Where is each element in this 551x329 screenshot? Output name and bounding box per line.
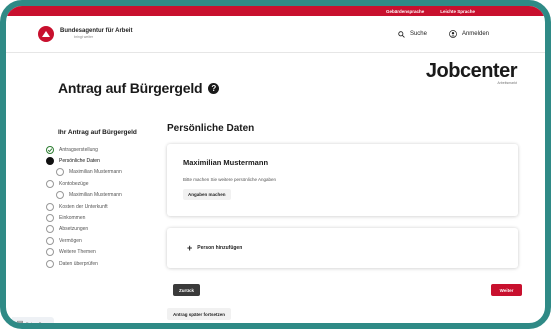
debug-bar-label: Debug Bar bbox=[26, 320, 46, 326]
step-circle-icon bbox=[46, 179, 54, 188]
progress-step[interactable]: Weitere Themen bbox=[46, 247, 122, 258]
add-person-button[interactable]: + Person hinzufügen bbox=[187, 242, 243, 253]
debug-icon bbox=[17, 320, 23, 323]
progress-step-label: Maximilian Mustermann bbox=[69, 169, 122, 176]
person-name: Maximilian Mustermann bbox=[183, 158, 269, 167]
progress-step[interactable]: Persönliche Daten bbox=[46, 155, 122, 166]
step-circle-icon bbox=[46, 225, 54, 234]
brand-name: Jobcenter bbox=[425, 60, 518, 82]
brand-sub: Arbeitsmarkt bbox=[497, 81, 517, 85]
org-name: Bundesagentur für Arbeit bbox=[60, 28, 133, 35]
org-logo[interactable]: Bundesagentur für Arbeit bringt weiter bbox=[38, 26, 132, 42]
progress-step-label: Kosten der Unterkunft bbox=[59, 203, 108, 210]
person-card: Maximilian Mustermann Bitte machen Sie w… bbox=[167, 144, 518, 216]
login-button[interactable]: Anmelden bbox=[449, 30, 489, 38]
continue-later-button[interactable]: Antrag später fortsetzen bbox=[167, 308, 232, 320]
progress-step[interactable]: Absetzungen bbox=[46, 224, 122, 235]
progress-step-label: Kontobezüge bbox=[59, 180, 89, 187]
progress-step-label: Maximilian Mustermann bbox=[69, 192, 122, 199]
progress-step-label: Daten überprüfen bbox=[59, 260, 98, 267]
step-circle-icon bbox=[46, 248, 54, 257]
progress-step[interactable]: Vermögen bbox=[46, 235, 122, 246]
search-button[interactable]: Suche bbox=[398, 30, 427, 38]
progress-step-label: Vermögen bbox=[59, 237, 82, 244]
search-label: Suche bbox=[409, 31, 427, 37]
org-tagline: bringt weiter bbox=[74, 35, 94, 40]
step-circle-icon bbox=[46, 214, 54, 223]
step-circle-icon bbox=[56, 168, 64, 177]
progress-step[interactable]: Antragserstellung bbox=[46, 144, 122, 155]
progress-step[interactable]: Daten überprüfen bbox=[46, 258, 122, 269]
ba-logo-icon bbox=[38, 26, 54, 42]
provide-info-button[interactable]: Angaben machen bbox=[183, 189, 231, 200]
utility-bar: Gebärdensprache Leichte Sprache bbox=[6, 6, 545, 16]
step-circle-icon bbox=[46, 259, 54, 268]
progress-step-label: Absetzungen bbox=[59, 226, 89, 233]
progress-step[interactable]: Einkommen bbox=[46, 212, 122, 223]
progress-step-label: Weitere Themen bbox=[59, 249, 96, 256]
app-window: Gebärdensprache Leichte Sprache Bundesag… bbox=[0, 0, 551, 329]
jobcenter-brand: Jobcenter Arbeitsmarkt bbox=[425, 60, 518, 86]
add-person-label: Person hinzufügen bbox=[197, 245, 243, 251]
person-hint: Bitte machen Sie weitere persönliche Ang… bbox=[183, 177, 277, 182]
plus-icon: + bbox=[187, 242, 193, 253]
section-title: Persönliche Daten bbox=[167, 123, 255, 134]
progress-steps: Antragserstellung Persönliche Daten Maximi… bbox=[46, 144, 122, 269]
help-icon[interactable]: ? bbox=[208, 82, 220, 94]
progress-step-label: Antragserstellung bbox=[59, 146, 98, 153]
progress-step[interactable]: Kontobezüge bbox=[46, 178, 122, 189]
progress-step[interactable]: Kosten der Unterkunft bbox=[46, 201, 122, 212]
add-person-card: + Person hinzufügen bbox=[167, 228, 518, 268]
debug-bar[interactable]: Debug Bar bbox=[12, 317, 54, 326]
page-title: Antrag auf Bürgergeld bbox=[58, 80, 203, 96]
step-circle-icon bbox=[56, 191, 64, 200]
user-icon bbox=[449, 30, 457, 38]
site-header: Bundesagentur für Arbeit bringt weiter S… bbox=[6, 16, 545, 53]
progress-step[interactable]: Maximilian Mustermann bbox=[46, 190, 122, 201]
search-icon bbox=[398, 30, 405, 38]
page-title-row: Antrag auf Bürgergeld ? bbox=[58, 80, 220, 96]
step-circle-icon bbox=[46, 202, 54, 211]
back-button[interactable]: Zurück bbox=[173, 284, 201, 296]
progress-step[interactable]: Maximilian Mustermann bbox=[46, 167, 122, 178]
active-step-icon bbox=[46, 157, 54, 166]
check-icon bbox=[46, 145, 54, 154]
steps-title: Ihr Antrag auf Bürgergeld bbox=[58, 129, 137, 136]
progress-step-label: Persönliche Daten bbox=[59, 158, 100, 165]
sign-language-link[interactable]: Gebärdensprache bbox=[386, 9, 424, 14]
easy-language-link[interactable]: Leichte Sprache bbox=[440, 9, 475, 14]
progress-step-label: Einkommen bbox=[59, 215, 86, 222]
login-label: Anmelden bbox=[461, 31, 489, 37]
step-circle-icon bbox=[46, 236, 54, 245]
next-button[interactable]: Weiter bbox=[491, 284, 522, 296]
